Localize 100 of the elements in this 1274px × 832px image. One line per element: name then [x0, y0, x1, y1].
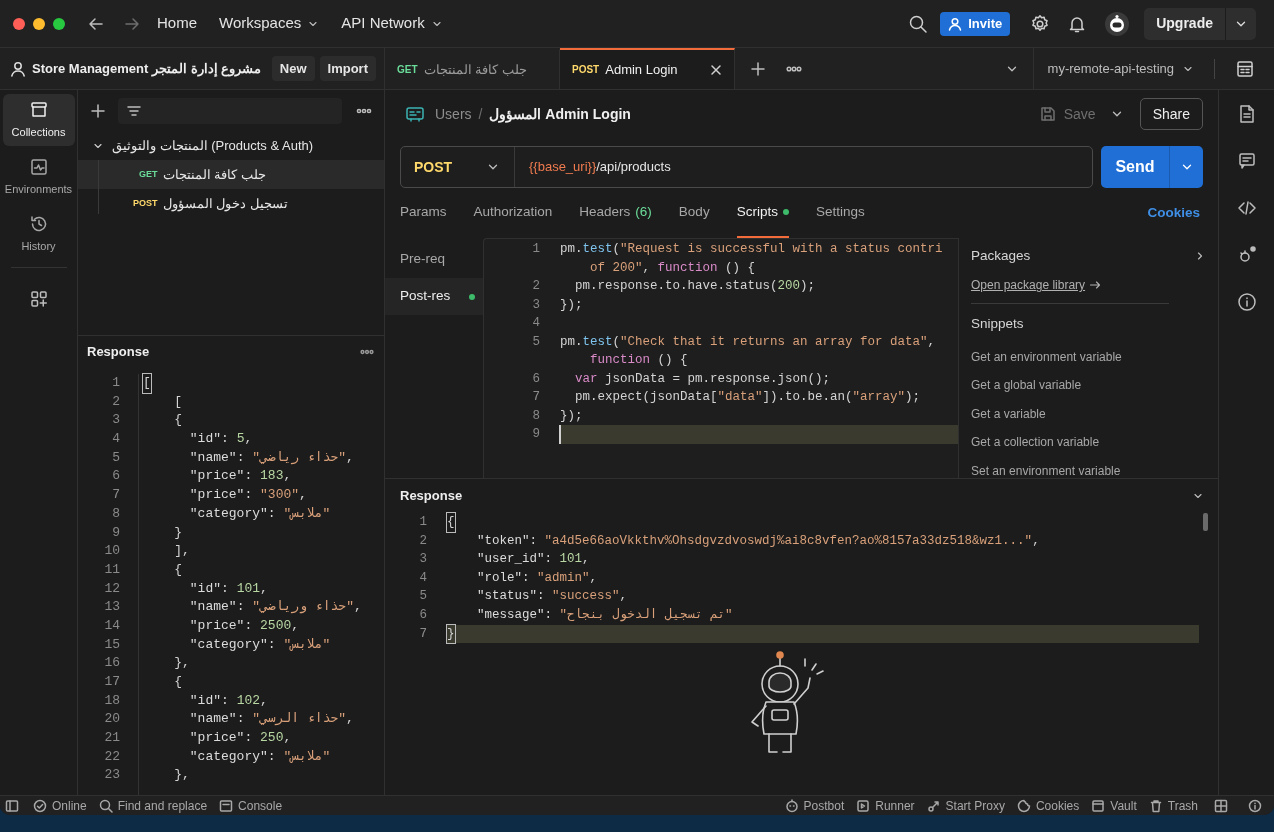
status-bar-item[interactable]: Cookies — [1016, 796, 1080, 815]
code-icon[interactable] — [1236, 198, 1257, 218]
code-line: ], — [173, 542, 191, 561]
sidebar-nav-item[interactable]: History — [2, 208, 75, 260]
nav-menu[interactable]: Workspaces — [219, 12, 320, 35]
nav-menu[interactable]: Home — [157, 12, 197, 35]
url-input-field[interactable]: {{base_uri}}/api/products — [515, 147, 1092, 187]
window-minimize-button[interactable] — [33, 17, 45, 30]
breadcrumb-link[interactable]: Users — [435, 103, 472, 125]
request-option-tab[interactable]: Settings — [815, 188, 865, 238]
request-option-tab[interactable]: Headers (6) — [579, 188, 652, 238]
status-bar-item[interactable]: Start Proxy — [926, 796, 1005, 815]
request-option-tab[interactable]: Authorization — [473, 188, 553, 238]
avatar-icon[interactable] — [1104, 10, 1131, 37]
window-close-button[interactable] — [13, 17, 25, 30]
line-number: 20 — [103, 710, 120, 729]
environment-selector[interactable]: my-remote-api-testing — [1032, 48, 1208, 89]
status-bar-item[interactable]: Postbot — [784, 796, 845, 815]
filter-field[interactable] — [118, 98, 342, 124]
close-icon[interactable] — [710, 63, 722, 76]
layout-icon[interactable] — [1214, 798, 1228, 813]
environments-icon — [28, 156, 49, 177]
line-number: 6 — [111, 467, 120, 486]
request-tab[interactable]: POST Admin Login — [560, 48, 735, 89]
settings-icon[interactable] — [1030, 13, 1051, 34]
line-number: 1 — [531, 241, 540, 258]
more-icon[interactable] — [356, 107, 372, 115]
sidebar-nav-item[interactable]: Collections — [2, 94, 75, 146]
code-line: { — [173, 673, 183, 691]
cookies-link[interactable]: Cookies — [1147, 202, 1200, 224]
line-number: 10 — [103, 542, 120, 561]
code-line: "price": "300", — [188, 486, 308, 505]
request-option-tab[interactable]: Body — [678, 188, 710, 238]
status-bar-item[interactable]: Online — [33, 796, 87, 815]
line-number: 4 — [531, 315, 540, 332]
line-number: 7 — [531, 389, 540, 406]
status-bar-item[interactable]: Find and replace — [98, 796, 208, 815]
package-library-link[interactable]: Open package library — [971, 276, 1086, 295]
code-line: pm.expect(jsonData["data"]).to.be.an("array"); — [574, 389, 922, 406]
invite-button[interactable]: Invite — [940, 11, 1011, 36]
collection-folder[interactable]: المنتجات والتوثيق (Products & Auth) — [78, 132, 384, 160]
line-number: 6 — [418, 606, 427, 624]
line-number: 1 — [111, 374, 120, 392]
status-bar-item[interactable]: Console — [219, 796, 283, 815]
nav-menu[interactable]: API Network — [341, 12, 443, 35]
line-number: 1 — [418, 514, 427, 531]
postbot-icon — [784, 798, 799, 813]
toggle-sidebar-icon[interactable] — [5, 798, 19, 813]
line-number: 9 — [531, 426, 540, 443]
history-icon — [28, 213, 49, 234]
sidebar-nav-item[interactable]: Environments — [2, 151, 75, 203]
user-icon — [10, 60, 26, 77]
info-icon[interactable] — [1236, 292, 1257, 312]
add-apps-icon[interactable] — [29, 290, 48, 308]
code-line: "price": 2500, — [188, 616, 301, 635]
scrollbar-thumb[interactable] — [1203, 513, 1208, 531]
status-bar-item[interactable]: Runner — [856, 796, 915, 815]
code-line: var jsonData = pm.response.json(); — [574, 370, 832, 388]
line-number: 16 — [103, 654, 120, 673]
line-number: 3 — [418, 551, 427, 569]
request-icon — [405, 105, 425, 123]
line-number: 5 — [111, 448, 120, 467]
plus-icon[interactable] — [90, 103, 106, 119]
new-button[interactable]: New — [271, 56, 315, 81]
notification-bell-icon[interactable] — [1068, 14, 1087, 33]
snippet-link[interactable]: Set an environment variable — [971, 456, 1206, 486]
import-button[interactable]: Import — [319, 56, 376, 81]
search-icon[interactable] — [908, 13, 929, 34]
more-icon[interactable] — [360, 349, 374, 355]
code-line: "id": 5, — [188, 430, 254, 449]
line-number: 15 — [103, 635, 120, 654]
help-icon[interactable] — [1248, 798, 1262, 813]
code-line: pm.test("Check that it returns an array for data", — [560, 333, 937, 351]
request-title: المسؤول Admin Login — [489, 104, 631, 125]
environment-quick-look-icon[interactable] — [1236, 59, 1254, 78]
method-selector[interactable]: POST — [401, 147, 515, 187]
line-number: 2 — [531, 278, 540, 295]
comments-icon[interactable] — [1236, 151, 1257, 171]
code-line: of 200", function () { — [589, 259, 757, 277]
snippet-link[interactable]: Get a variable — [971, 399, 1206, 429]
script-phase-tab[interactable]: Pre-req — [385, 241, 483, 278]
window-zoom-button[interactable] — [53, 17, 65, 30]
plus-icon[interactable] — [750, 60, 766, 77]
script-editor[interactable] — [483, 238, 958, 478]
status-bar-item[interactable]: Trash — [1148, 796, 1198, 815]
code-line: "user_id": 101, — [476, 551, 591, 569]
snippet-link[interactable]: Get an environment variable — [971, 342, 1206, 372]
request-option-tab[interactable]: Params — [400, 188, 447, 238]
line-number: 17 — [103, 673, 120, 691]
cookies-icon — [1016, 798, 1031, 813]
snippet-link[interactable]: Get a collection variable — [971, 428, 1206, 457]
snippet-link[interactable]: Get a global variable — [971, 371, 1206, 400]
share-button[interactable]: Share — [1139, 98, 1203, 130]
collections-icon — [28, 99, 49, 120]
trash-icon — [1148, 798, 1163, 813]
line-number: 5 — [531, 333, 540, 351]
more-icon[interactable] — [786, 64, 802, 73]
status-bar-item[interactable]: Vault — [1091, 796, 1137, 815]
line-number: 14 — [103, 616, 120, 635]
script-phase-tab[interactable]: Post-res — [385, 278, 483, 315]
